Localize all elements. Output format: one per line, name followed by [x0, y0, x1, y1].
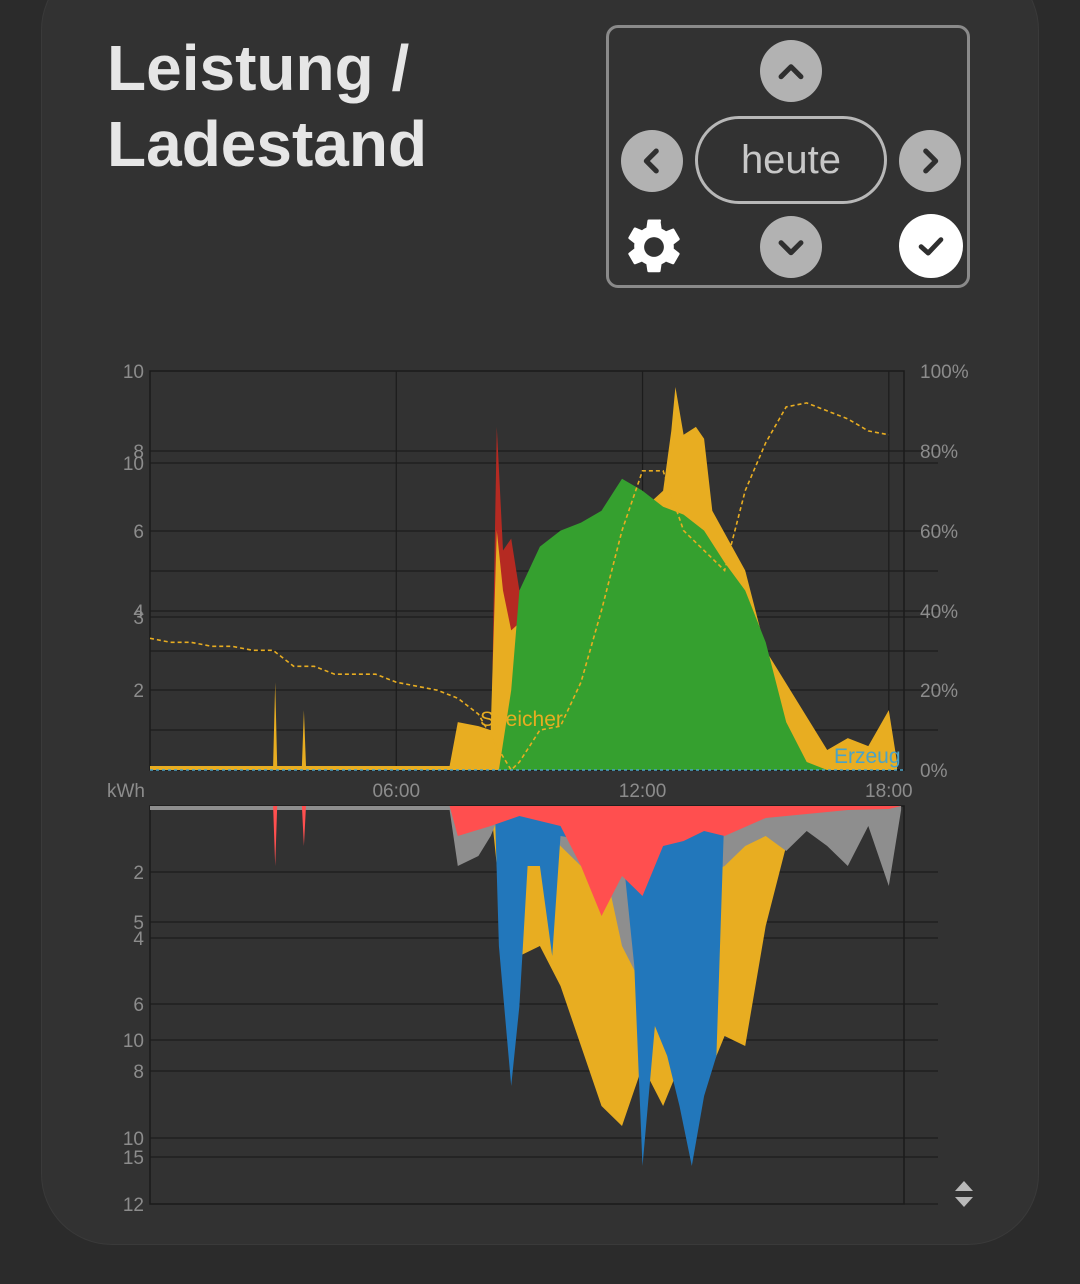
top-y2-tick-label: 60% [920, 522, 958, 543]
bottom-y-tick-label: 4 [133, 929, 144, 950]
bottom-y-tick-label: 6 [133, 995, 144, 1016]
sort-toggle-icon[interactable] [952, 1178, 976, 1210]
top-y2-tick-label: 20% [920, 681, 958, 702]
bottom-y-tick-label: 10 [123, 1031, 144, 1052]
series-label-production: Erzeug [834, 745, 901, 768]
bottom-y-tick-label: 8 [133, 1062, 144, 1083]
bottom-y-tick-label: 12 [123, 1195, 144, 1216]
top-y2-tick-label: 0% [920, 761, 948, 782]
bottom-y-tick-label: 15 [123, 1148, 144, 1169]
top-y2-tick-label: 100% [920, 362, 969, 383]
chart-axes: 108106432100%80%60%40%20%0%2546108101512… [107, 362, 969, 1216]
top-y-tick-label: 2 [133, 681, 144, 702]
top-y2-tick-label: 80% [920, 442, 958, 463]
top-y-tick-label: 10 [123, 362, 144, 383]
power-chart: 108106432100%80%60%40%20%0%2546108101512… [107, 362, 969, 1216]
bottom-y-tick-label: 10 [123, 1129, 144, 1150]
series-label-storage: Speicher [480, 708, 563, 731]
unit-label: kWh [107, 781, 145, 802]
top-y-tick-label: 6 [133, 522, 144, 543]
top-y2-tick-label: 40% [920, 602, 958, 623]
x-tick-label: 12:00 [619, 781, 667, 802]
x-tick-label: 18:00 [865, 781, 913, 802]
x-tick-label: 06:00 [372, 781, 420, 802]
top-y-tick-label: 3 [133, 608, 144, 629]
chart-series [149, 387, 904, 1166]
top-y-tick-label: 10 [123, 454, 144, 475]
bottom-y-tick-label: 2 [133, 863, 144, 884]
